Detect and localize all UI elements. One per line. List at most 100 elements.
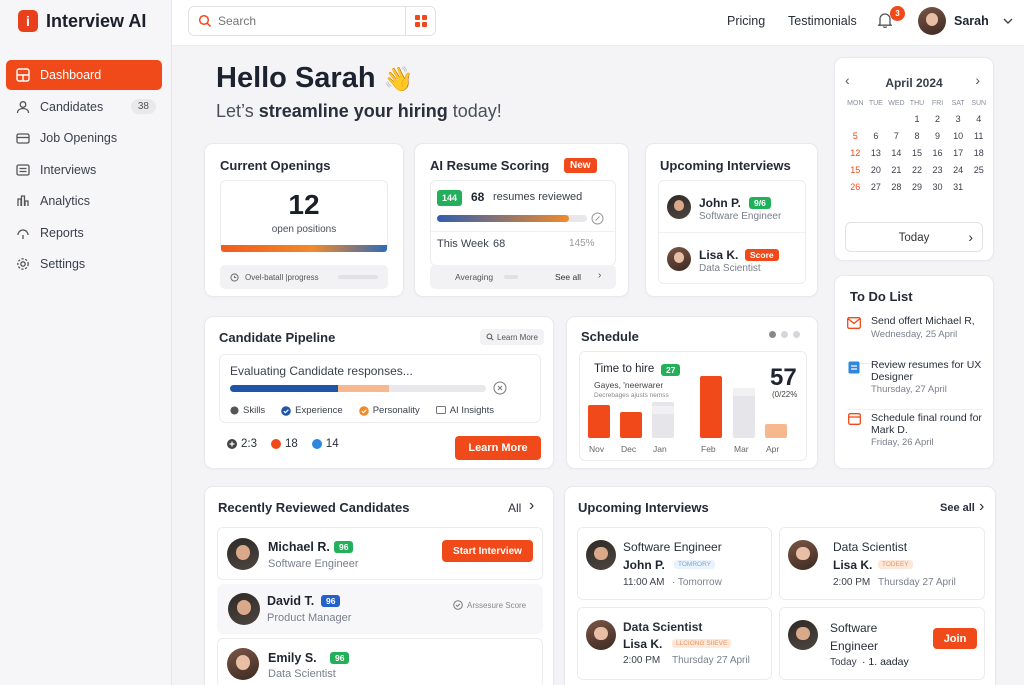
next-month-button[interactable]: › [975,72,980,88]
calendar-day [866,114,887,124]
sidebar-item-job-openings[interactable]: Job Openings [6,123,162,153]
calendar-day[interactable]: 17 [948,148,969,158]
calendar-day[interactable]: 14 [886,148,907,158]
sidebar: i Interview AI Dashboard Candidates 38 J… [0,0,172,685]
stat-blue: 14 [311,438,339,450]
close-icon[interactable] [493,381,507,395]
interview-card[interactable]: Data Scientist Lisa K. LLCIONG SIIEVE 2:… [577,607,772,680]
gear-icon [17,258,29,270]
calendar-day[interactable]: 9 [927,131,948,141]
candidate-row[interactable]: Emily S. 96 Data Scientist [217,638,543,685]
calendar-day[interactable]: 11 [968,131,989,141]
calendar-day[interactable]: 1 [907,114,928,124]
calendar-day[interactable]: 7 [886,131,907,141]
month-label: Feb [701,444,716,454]
testimonials-link[interactable]: Testimonials [788,14,857,28]
calendar-day[interactable]: 15 [845,165,866,175]
calendar-day[interactable]: 5 [845,131,866,141]
calendar-day[interactable]: 27 [866,182,887,192]
sidebar-nav: Dashboard Candidates 38 Job Openings Int… [6,60,162,281]
see-all-link[interactable]: See all [555,272,581,282]
sidebar-item-label: Interviews [40,162,97,177]
interview-card[interactable]: Data Scientist Lisa K. TODEEY 2:00 PM Th… [779,527,985,600]
candidate-row[interactable]: Michael R. 96 Software Engineer Start In… [217,527,543,580]
carousel-dots[interactable] [769,331,800,338]
legend-skills: Skills [230,405,265,416]
calendar-day[interactable]: 22 [907,165,928,175]
briefcase-icon [16,133,30,144]
notifications-button[interactable]: 3 [877,6,905,31]
search-icon [486,333,494,341]
list-item[interactable]: Lisa K. Score Data Scientist [659,233,805,285]
todo-item[interactable]: Schedule final round for Mark D. Friday,… [847,412,983,462]
calendar-day[interactable]: 24 [948,165,969,175]
interview-card[interactable]: Software Engineer Today · 1. aaday Join [779,607,985,680]
list-item[interactable]: John P. 9/6 Software Engineer [659,181,805,233]
candidate-row[interactable]: David T. 96 Product Manager Arssesure Sc… [217,584,543,634]
resume-summary-box: 144 68 resumes reviewed This Week 68 145… [430,180,616,266]
todo-item[interactable]: Send offert Michael R, Wednesday, 25 Apr… [847,314,983,364]
app-logo[interactable]: i Interview AI [18,10,146,32]
interviewee-name: Lisa K. [833,558,873,572]
calendar-day[interactable]: 26 [845,182,866,192]
calendar-day[interactable]: 12 [845,148,866,158]
calendar-day[interactable]: 28 [886,182,907,192]
calendar-day[interactable]: 30 [927,182,948,192]
chevron-right-icon[interactable]: › [979,498,984,516]
calendar-day[interactable]: 6 [866,131,887,141]
see-all-link[interactable]: See all [940,502,975,514]
sidebar-item-interviews[interactable]: Interviews [6,155,162,185]
all-link[interactable]: All [508,501,521,515]
open-positions-label: open positions [271,224,337,235]
bar-background [733,388,755,396]
week-percent: 145% [569,238,595,249]
openings-box: 12 open positions [220,180,388,252]
calendar-day[interactable]: 23 [927,165,948,175]
calendar-day[interactable]: 8 [907,131,928,141]
sidebar-item-settings[interactable]: Settings [6,249,162,279]
pipeline-status-box: Evaluating Candidate responses... Skills… [219,354,541,423]
resume-count-badge: 144 [437,190,463,206]
resume-progress-track [437,215,587,222]
calendar-day[interactable]: 18 [968,148,989,158]
search-input[interactable] [212,14,405,28]
todo-text: Schedule final round for Mark D. [871,412,982,436]
sidebar-item-analytics[interactable]: Analytics [6,186,162,216]
interview-card[interactable]: Software Engineer John P. TOMRORY 11:00 … [577,527,772,600]
today-button[interactable]: Today › [845,222,983,252]
calendar-day[interactable]: 31 [948,182,969,192]
calendar-day[interactable]: 10 [948,131,969,141]
sidebar-item-label: Dashboard [40,68,102,82]
interview-time: Today [830,657,857,668]
calendar-day[interactable]: 3 [948,114,969,124]
refresh-icon[interactable] [591,212,604,225]
learn-more-button[interactable]: Learn More [455,436,541,460]
chevron-right-icon[interactable]: › [529,497,534,515]
calendar-day[interactable]: 16 [927,148,948,158]
sidebar-item-reports[interactable]: Reports [6,218,162,248]
calendar-day[interactable]: 25 [968,165,989,175]
calendar-day[interactable]: 13 [866,148,887,158]
join-button[interactable]: Join [933,628,977,649]
assess-score-link[interactable]: Arssesure Score [467,601,526,610]
calendar-day[interactable]: 20 [866,165,887,175]
calendar-day[interactable]: 21 [886,165,907,175]
calendar-day[interactable]: 29 [907,182,928,192]
apps-grid-button[interactable] [405,7,435,35]
interviewee-name: Lisa K. [699,248,739,262]
todo-item[interactable]: Review resumes for UX Designer Thursday,… [847,359,983,410]
calendar-day[interactable]: 4 [968,114,989,124]
start-interview-button[interactable]: Start Interview [442,540,533,562]
dashboard-icon [16,68,30,82]
user-menu[interactable]: Sarah [918,7,1013,35]
pricing-link[interactable]: Pricing [727,14,765,28]
sidebar-item-candidates[interactable]: Candidates 38 [6,92,162,122]
learn-more-chip[interactable]: Learn More [480,329,544,345]
sidebar-item-label: Reports [40,225,84,240]
sidebar-item-dashboard[interactable]: Dashboard [6,60,162,90]
user-name: Sarah [954,14,989,28]
open-positions-count: 12 [288,189,320,220]
pipeline-status: Evaluating Candidate responses... [230,364,413,378]
calendar-day[interactable]: 2 [927,114,948,124]
calendar-day[interactable]: 15 [907,148,928,158]
